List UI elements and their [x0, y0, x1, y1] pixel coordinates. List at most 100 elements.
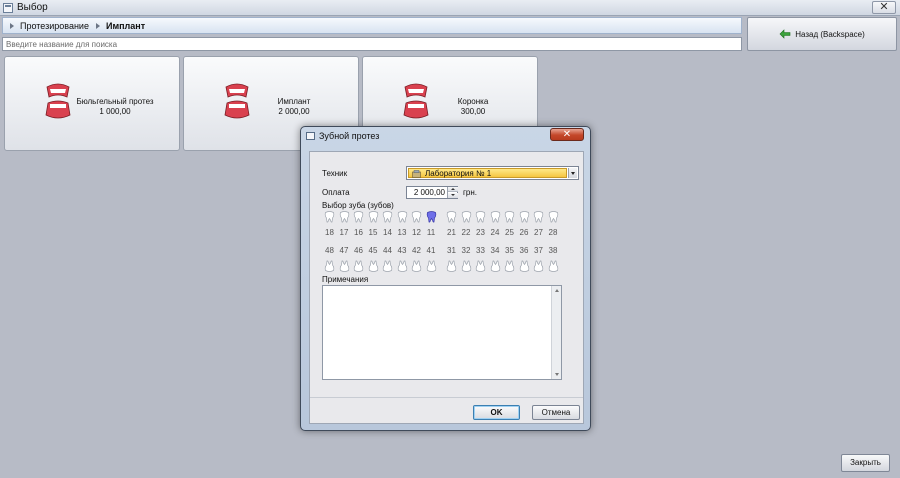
- window-titlebar: Выбор ✕: [0, 0, 900, 16]
- tooth-number-lower: 35: [505, 246, 514, 255]
- laboratory-icon: [412, 170, 421, 178]
- tooth-24-icon[interactable]: [490, 211, 501, 223]
- tooth-28-icon[interactable]: [548, 211, 559, 223]
- notes-scrollbar[interactable]: [551, 286, 561, 379]
- breadcrumb: Протезирование Имплант: [2, 17, 742, 34]
- tooth-number-lower: 31: [447, 246, 456, 255]
- tooth-41-icon[interactable]: [426, 260, 437, 272]
- tooth-number-upper: 13: [397, 228, 407, 237]
- tooth-34-icon[interactable]: [490, 260, 501, 272]
- tooth-31-icon[interactable]: [446, 260, 457, 272]
- tile-price: 1 000,00: [99, 107, 131, 116]
- notes-field[interactable]: [322, 285, 562, 380]
- tooth-16-icon[interactable]: [353, 211, 364, 223]
- tile-price: 300,00: [460, 107, 486, 116]
- search-input[interactable]: [2, 37, 742, 51]
- notes-label: Примечания: [322, 275, 369, 284]
- breadcrumb-item-prosthetics[interactable]: Протезирование: [20, 21, 89, 31]
- tooth-number-upper: 23: [476, 228, 485, 237]
- dialog-window-icon: [306, 132, 315, 140]
- tooth-45-icon[interactable]: [368, 260, 379, 272]
- tooth-36-icon[interactable]: [519, 260, 530, 272]
- tooth-number-lower: 37: [534, 246, 543, 255]
- tooth-27-icon[interactable]: [533, 211, 544, 223]
- tooth-25-icon[interactable]: [504, 211, 515, 223]
- tooth-15-icon[interactable]: [368, 211, 379, 223]
- tooth-12-icon[interactable]: [411, 211, 422, 223]
- chevron-down-icon[interactable]: [568, 168, 577, 178]
- tooth-number-upper: 21: [447, 228, 456, 237]
- tooth-number-lower: 45: [368, 246, 378, 255]
- dialog-close-button[interactable]: ✕: [550, 128, 584, 141]
- back-arrow-icon: [779, 29, 791, 39]
- tile-price: 2 000,00: [278, 107, 310, 116]
- tooth-number-lower: 41: [426, 246, 436, 255]
- payment-stepper[interactable]: [447, 187, 458, 198]
- technician-value: Лаборатория № 1: [408, 168, 567, 178]
- tooth-number-lower: 34: [490, 246, 500, 255]
- close-button[interactable]: Закрыть: [841, 454, 890, 472]
- ok-button[interactable]: OK: [473, 405, 520, 420]
- tooth-21-icon[interactable]: [446, 211, 457, 223]
- tooth-32-icon[interactable]: [461, 260, 472, 272]
- tooth-43-icon[interactable]: [397, 260, 408, 272]
- back-button-label: Назад (Backspace): [795, 29, 865, 39]
- tooth-14-icon[interactable]: [382, 211, 393, 223]
- window-title: Выбор: [17, 2, 48, 13]
- tooth-number-upper: 26: [519, 228, 529, 237]
- tooth-number-upper: 17: [339, 228, 349, 237]
- tooth-number-lower: 32: [461, 246, 471, 255]
- dialog-footer-divider: [310, 397, 583, 398]
- cancel-button[interactable]: Отмена: [532, 405, 580, 420]
- payment-unit: грн.: [463, 188, 478, 197]
- tooth-48-icon[interactable]: [324, 260, 335, 272]
- tooth-33-icon[interactable]: [475, 260, 486, 272]
- back-button[interactable]: Назад (Backspace): [747, 17, 897, 51]
- tooth-number-upper: 12: [412, 228, 421, 237]
- tile-label: Коронка 300,00: [423, 97, 523, 117]
- tooth-number-lower: 36: [519, 246, 529, 255]
- tooth-number-lower: 48: [325, 246, 334, 255]
- technician-select[interactable]: Лаборатория № 1: [406, 166, 579, 180]
- tooth-38-icon[interactable]: [548, 260, 559, 272]
- dialog-title: Зубной протез: [319, 131, 380, 141]
- tooth-37-icon[interactable]: [533, 260, 544, 272]
- tooth-44-icon[interactable]: [382, 260, 393, 272]
- tooth-23-icon[interactable]: [475, 211, 486, 223]
- dialog-titlebar: Зубной протез ✕: [301, 127, 590, 144]
- tooth-number-upper: 28: [548, 228, 558, 237]
- tile-bugel-prosthesis[interactable]: Бюльгельный протез 1 000,00: [4, 56, 180, 151]
- tile-name: Бюльгельный протез: [76, 97, 154, 106]
- breadcrumb-arrow-icon: [95, 22, 100, 29]
- tooth-number-lower: 44: [383, 246, 392, 255]
- tooth-number-upper: 16: [354, 228, 363, 237]
- tooth-number-upper: 24: [490, 228, 500, 237]
- tooth-47-icon[interactable]: [339, 260, 350, 272]
- tooth-number-lower: 43: [397, 246, 407, 255]
- tooth-number-lower: 47: [339, 246, 349, 255]
- technician-label: Техник: [322, 169, 348, 178]
- tooth-number-upper: 11: [426, 228, 436, 237]
- tooth-13-icon[interactable]: [397, 211, 408, 223]
- tooth-42-icon[interactable]: [411, 260, 422, 272]
- tooth-17-icon[interactable]: [339, 211, 350, 223]
- tooth-number-lower: 42: [412, 246, 421, 255]
- tile-label: Имплант 2 000,00: [244, 97, 344, 117]
- window-close-button[interactable]: ✕: [872, 1, 896, 14]
- tooth-number-upper: 27: [534, 228, 543, 237]
- tooth-11-icon[interactable]: [426, 211, 437, 223]
- tooth-18-icon[interactable]: [324, 211, 335, 223]
- dental-prosthesis-dialog: Зубной протез ✕ Техник Лаборатория № 1 О…: [300, 126, 591, 431]
- tooth-number-upper: 25: [505, 228, 514, 237]
- stepper-down-icon[interactable]: [448, 193, 458, 198]
- teeth-selection-label: Выбор зуба (зубов): [322, 201, 394, 210]
- tooth-number-lower: 33: [476, 246, 485, 255]
- tile-name: Коронка: [457, 97, 489, 106]
- dialog-body: Техник Лаборатория № 1 Оплата грн. Выбор…: [309, 151, 584, 424]
- tooth-35-icon[interactable]: [504, 260, 515, 272]
- tooth-46-icon[interactable]: [353, 260, 364, 272]
- tooth-26-icon[interactable]: [519, 211, 530, 223]
- stepper-up-icon[interactable]: [448, 187, 458, 192]
- tooth-number-upper: 14: [383, 228, 392, 237]
- tooth-22-icon[interactable]: [461, 211, 472, 223]
